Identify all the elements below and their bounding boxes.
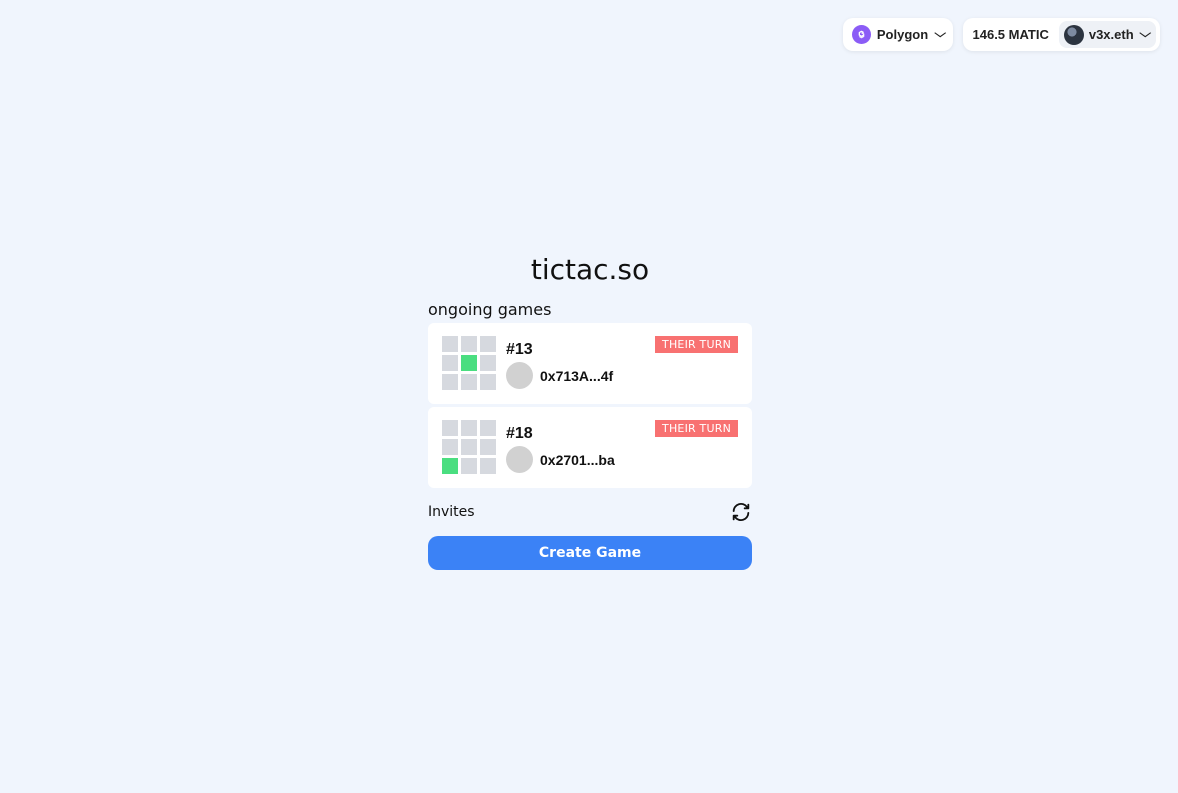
page-title: tictac.so bbox=[530, 253, 650, 286]
chevron-down-icon: ⌵ bbox=[1138, 28, 1151, 40]
board-cell-empty bbox=[461, 420, 477, 436]
create-game-button[interactable]: Create Game bbox=[428, 536, 752, 570]
game-id: #18 bbox=[506, 425, 533, 442]
avatar bbox=[1063, 24, 1084, 45]
network-label: Polygon bbox=[876, 27, 929, 42]
board-cell-empty bbox=[480, 355, 496, 371]
board-cell-empty bbox=[461, 439, 477, 455]
opponent-avatar bbox=[506, 446, 533, 473]
opponent-address: 0x713A...4f bbox=[540, 367, 614, 384]
polygon-logo-icon bbox=[851, 25, 871, 44]
status-badge: THEIR TURN bbox=[655, 420, 738, 437]
ongoing-games-heading: ongoing games bbox=[428, 300, 552, 319]
chevron-down-icon: ⌵ bbox=[934, 28, 947, 40]
account-panel: 146.5 MATIC v3x.eth ⌵ bbox=[962, 18, 1160, 51]
refresh-icon[interactable] bbox=[730, 501, 752, 523]
board-cell-empty bbox=[480, 420, 496, 436]
top-bar: Polygon ⌵ 146.5 MATIC v3x.eth ⌵ bbox=[842, 18, 1160, 51]
game-board-preview bbox=[442, 420, 496, 475]
account-button[interactable]: v3x.eth ⌵ bbox=[1058, 21, 1156, 48]
board-cell-empty bbox=[480, 374, 496, 390]
main-panel: tictac.so ongoing games #13 0x713A...4f … bbox=[428, 250, 752, 570]
game-board-preview bbox=[442, 336, 496, 391]
opponent-avatar bbox=[506, 362, 533, 389]
board-cell-empty bbox=[442, 439, 458, 455]
network-selector[interactable]: Polygon ⌵ bbox=[842, 18, 953, 51]
balance-text: 146.5 MATIC bbox=[972, 27, 1049, 42]
board-cell-empty bbox=[461, 458, 477, 474]
invites-row: Invites bbox=[428, 500, 752, 524]
board-cell-empty bbox=[480, 458, 496, 474]
game-card[interactable]: #18 0x2701...ba THEIR TURN bbox=[428, 407, 752, 488]
board-cell-filled bbox=[461, 355, 477, 371]
invites-label: Invites bbox=[428, 504, 475, 520]
board-cell-empty bbox=[442, 336, 458, 352]
status-badge: THEIR TURN bbox=[655, 336, 738, 353]
board-cell-empty bbox=[461, 336, 477, 352]
board-cell-empty bbox=[442, 420, 458, 436]
board-cell-empty bbox=[461, 374, 477, 390]
board-cell-empty bbox=[480, 439, 496, 455]
account-name: v3x.eth bbox=[1088, 27, 1134, 42]
board-cell-empty bbox=[442, 355, 458, 371]
games-list: #13 0x713A...4f THEIR TURN #18 0x2701...… bbox=[428, 323, 752, 488]
board-cell-empty bbox=[442, 374, 458, 390]
game-card[interactable]: #13 0x713A...4f THEIR TURN bbox=[428, 323, 752, 404]
opponent-address: 0x2701...ba bbox=[540, 451, 615, 468]
board-cell-empty bbox=[480, 336, 496, 352]
game-id: #13 bbox=[506, 341, 533, 358]
board-cell-filled bbox=[442, 458, 458, 474]
